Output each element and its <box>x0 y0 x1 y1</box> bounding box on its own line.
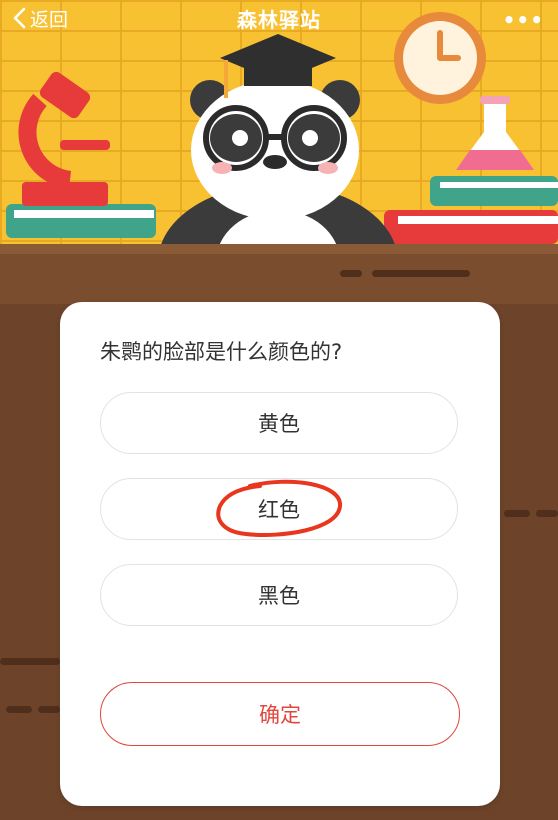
desk-groove <box>504 510 530 517</box>
more-options-button[interactable]: ••• <box>503 8 544 32</box>
desk-groove <box>340 270 362 277</box>
desk-groove <box>38 706 60 713</box>
hero-illustration <box>0 0 558 250</box>
top-nav-bar: 返回 森林驿站 ••• <box>0 0 558 36</box>
confirm-button[interactable]: 确定 <box>100 682 460 746</box>
desk-groove <box>536 510 558 517</box>
desk-edge <box>0 244 558 254</box>
books-and-flask-icon <box>384 96 558 244</box>
answer-option-yellow[interactable]: 黄色 <box>100 392 458 454</box>
classroom-scene-illustration <box>6 12 558 250</box>
desk-groove <box>372 270 470 277</box>
answer-option-label: 黄色 <box>258 412 300 436</box>
microscope-icon <box>6 71 156 238</box>
answer-option-label: 黑色 <box>258 584 300 608</box>
quiz-card: 朱鹮的脸部是什么颜色的? 黄色 红色 黑色 确定 <box>60 302 500 806</box>
hand-drawn-circle-annotation <box>216 479 342 537</box>
page-title: 森林驿站 <box>237 8 321 32</box>
desk-groove <box>0 658 60 665</box>
confirm-label: 确定 <box>259 703 301 727</box>
desk-groove <box>6 706 32 713</box>
panda-mascot-icon <box>159 34 397 250</box>
quiz-question: 朱鹮的脸部是什么颜色的? <box>100 340 343 364</box>
answer-option-black[interactable]: 黑色 <box>100 564 458 626</box>
